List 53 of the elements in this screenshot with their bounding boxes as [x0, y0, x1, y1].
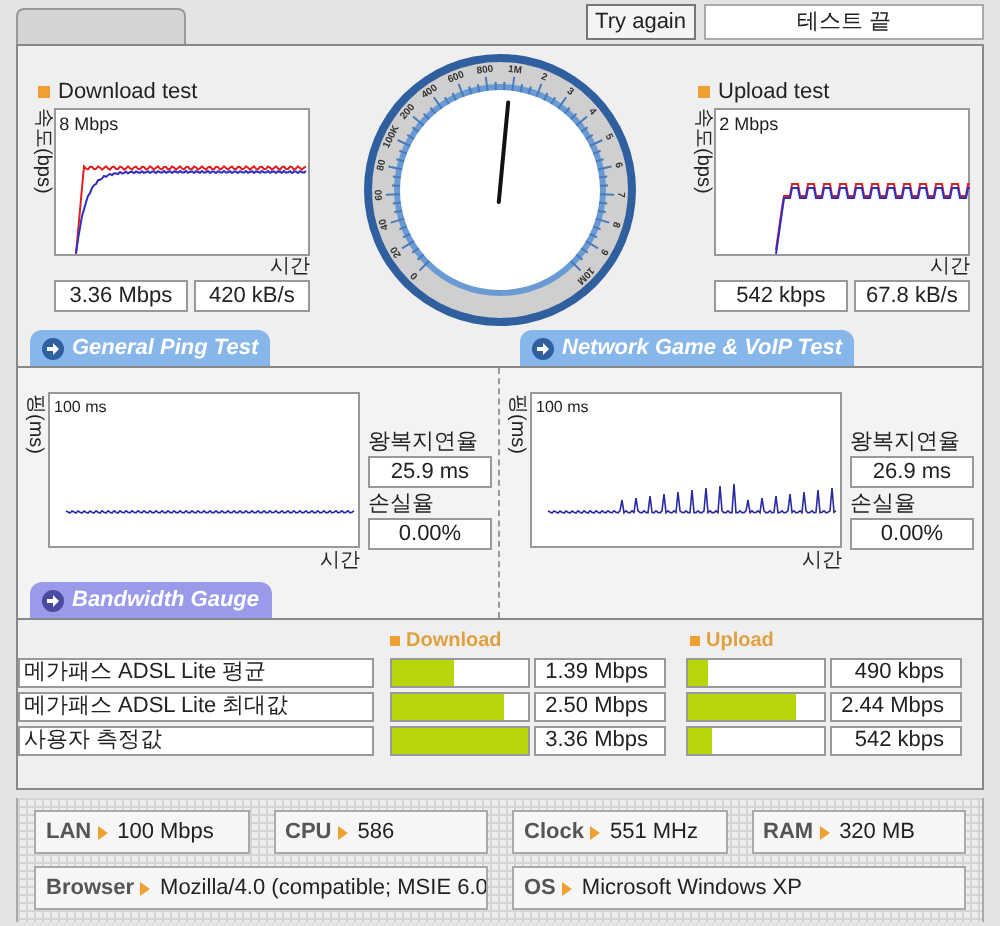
row-label: 사용자 측정값 — [18, 725, 374, 755]
section-title: Upload test — [718, 77, 830, 108]
axis-label: 시간 — [802, 550, 842, 574]
info-value: 320 MB — [839, 817, 915, 848]
value-field: 2.50 Mbps — [534, 691, 666, 721]
info-label: LAN — [46, 817, 92, 848]
axis-label: 핑(ms) — [504, 394, 528, 458]
readout-field: 542 kbps — [714, 280, 848, 312]
ping-test-tab[interactable]: Network Game & VoIP Test — [520, 330, 854, 366]
info-label: Clock — [524, 817, 584, 848]
info-label: CPU — [285, 817, 332, 848]
info-label: RAM — [763, 817, 814, 848]
stat-label: 왕복지연율 — [850, 428, 962, 456]
readout-field: 26.9 ms — [850, 456, 974, 488]
readout-field: 25.9 ms — [368, 456, 492, 488]
try-again-button[interactable]: Try again — [585, 4, 696, 40]
readout-field: 67.8 kB/s — [853, 280, 970, 312]
info-value: 551 MHz — [609, 817, 698, 848]
value-field: 2.44 Mbps — [830, 691, 962, 721]
readout-field: 420 kB/s — [193, 280, 310, 312]
axis-label: 속도(bps) — [30, 108, 54, 198]
chart-max-label: 100 ms — [536, 396, 589, 420]
info-value: 586 — [357, 817, 395, 848]
stat-label: 손실율 — [850, 490, 918, 518]
value-field: 490 kbps — [830, 657, 962, 687]
stat-label: 손실율 — [368, 490, 436, 518]
section-title: Download test — [58, 77, 198, 108]
axis-label: 시간 — [930, 256, 970, 280]
info-label: OS — [524, 873, 556, 904]
column-header: Upload — [706, 627, 774, 655]
info-label: Browser — [46, 873, 135, 904]
stat-label: 왕복지연율 — [368, 428, 480, 456]
chart-max-label: 8 Mbps — [59, 112, 119, 138]
chart-max-label: 2 Mbps — [719, 112, 779, 138]
status-field: 테스트 끝 — [704, 4, 984, 40]
value-field: 3.36 Mbps — [534, 725, 666, 755]
axis-label: 시간 — [270, 256, 310, 280]
value-field: 542 kbps — [830, 725, 962, 755]
readout-field: 3.36 Mbps — [54, 280, 188, 312]
value-field: 1.39 Mbps — [534, 657, 666, 687]
row-label: 메가패스 ADSL Lite 최대값 — [18, 691, 374, 721]
info-value: 100 Mbps — [117, 817, 214, 848]
ping-test-tab[interactable]: General Ping Test — [30, 330, 271, 366]
chart-max-label: 100 ms — [54, 396, 107, 420]
axis-label: 시간 — [320, 550, 360, 574]
row-label: 메가패스 ADSL Lite 평균 — [18, 657, 374, 687]
tab-label: Bandwidth Gauge — [72, 585, 259, 616]
readout-field: 0.00% — [368, 518, 492, 550]
axis-label: 속도(bps) — [690, 108, 714, 198]
axis-label: 핑(ms) — [22, 394, 46, 458]
column-header: Download — [406, 627, 502, 655]
info-value: Microsoft Windows XP — [581, 873, 802, 904]
readout-field: 0.00% — [850, 518, 974, 550]
